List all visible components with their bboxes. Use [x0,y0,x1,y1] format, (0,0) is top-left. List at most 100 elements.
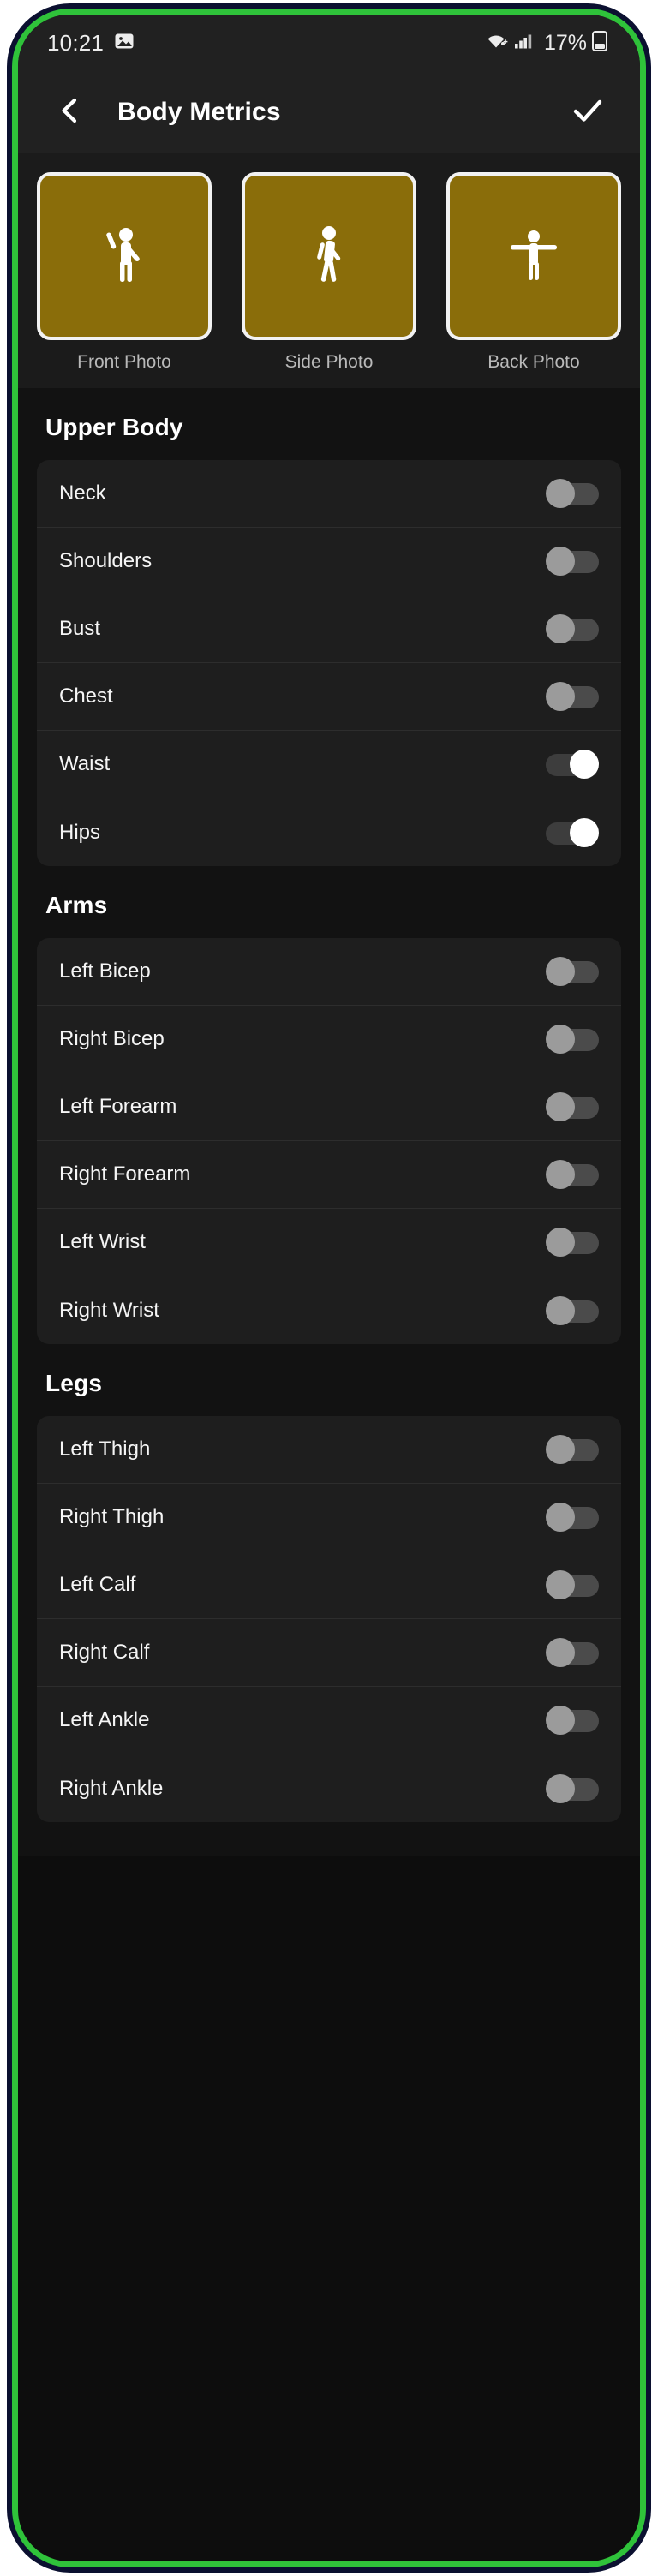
toggle-thumb [546,1435,575,1464]
metric-toggle[interactable] [546,750,599,779]
section-card-arms: Left Bicep Right Bicep Left Forearm Righ… [37,938,621,1344]
metric-row[interactable]: Bust [37,595,621,663]
battery-icon [592,30,607,57]
photo-strip: Front Photo Side Photo Back Photo [18,153,640,388]
photo-cell-front[interactable]: Front Photo [37,172,212,388]
metric-toggle[interactable] [546,1295,599,1325]
back-button[interactable] [47,89,93,135]
metric-row[interactable]: Right Forearm [37,1141,621,1209]
section-title-legs: Legs [45,1370,103,1396]
metric-toggle[interactable] [546,682,599,711]
app-bar: Body Metrics [18,71,640,153]
metric-toggle[interactable] [546,1773,599,1803]
metric-label: Waist [59,752,111,775]
toggle-thumb [546,1228,575,1257]
metric-toggle[interactable] [546,1435,599,1464]
section-title-upper-body: Upper Body [45,414,183,440]
metric-row[interactable]: Right Bicep [37,1006,621,1073]
back-photo-tile[interactable] [446,172,621,340]
metric-toggle[interactable] [546,817,599,847]
toggle-thumb [546,1295,575,1325]
metric-row[interactable]: Left Calf [37,1551,621,1619]
cellular-signal-icon [513,31,534,56]
back-chevron-icon [56,96,85,129]
page-title: Body Metrics [117,98,281,126]
section-title-arms: Arms [45,892,108,918]
metric-toggle[interactable] [546,1025,599,1054]
metric-row[interactable]: Left Bicep [37,938,621,1006]
metric-row[interactable]: Hips [37,798,621,866]
metric-toggle[interactable] [546,1160,599,1189]
metric-toggle[interactable] [546,479,599,508]
metric-label: Bust [59,617,101,640]
metric-label: Right Thigh [59,1505,164,1528]
section-card-upper-body: Neck Shoulders Bust Chest Waist Hips [37,460,621,866]
toggle-thumb [546,682,575,711]
photo-label: Front Photo [77,352,171,372]
battery-percent-label: 17% [543,30,587,55]
metric-toggle[interactable] [546,614,599,643]
metric-row[interactable]: Left Ankle [37,1687,621,1754]
metric-label: Right Calf [59,1641,150,1664]
metric-label: Left Forearm [59,1095,177,1118]
metric-row[interactable]: Shoulders [37,528,621,595]
metric-label: Right Wrist [59,1298,159,1322]
metric-row[interactable]: Left Forearm [37,1073,621,1141]
metric-label: Right Bicep [59,1027,164,1050]
metric-toggle[interactable] [546,1706,599,1735]
front-photo-tile[interactable] [37,172,212,340]
metric-label: Hips [59,820,101,844]
settings-content: Front Photo Side Photo Back Photo Upper … [18,153,640,1856]
metric-toggle[interactable] [546,1638,599,1667]
metric-row[interactable]: Right Wrist [37,1276,621,1344]
image-icon [114,31,135,56]
metric-label: Neck [59,481,106,505]
photo-label: Back Photo [488,352,580,372]
metric-label: Chest [59,684,113,708]
metric-label: Left Thigh [59,1437,151,1461]
toggle-thumb [546,1570,575,1599]
wifi-icon [484,31,508,56]
side-photo-tile[interactable] [242,172,416,340]
checkmark-icon [571,94,604,131]
photo-cell-back[interactable]: Back Photo [446,172,621,388]
photo-cell-side[interactable]: Side Photo [242,172,416,388]
metric-row[interactable]: Waist [37,731,621,798]
person-arms-out-icon [501,222,566,291]
metric-toggle[interactable] [546,1228,599,1257]
metric-row[interactable]: Left Thigh [37,1416,621,1484]
metric-row[interactable]: Right Thigh [37,1484,621,1551]
metric-label: Left Calf [59,1573,136,1596]
status-bar-right: 17% [484,30,607,57]
metric-row[interactable]: Right Calf [37,1619,621,1687]
metric-label: Left Bicep [59,959,151,983]
toggle-thumb [546,1503,575,1532]
metric-row[interactable]: Neck [37,460,621,528]
metric-label: Left Wrist [59,1230,146,1253]
metric-label: Right Forearm [59,1162,191,1186]
metric-row[interactable]: Right Ankle [37,1754,621,1822]
confirm-button[interactable] [565,89,611,135]
toggle-thumb [546,479,575,508]
toggle-thumb [570,750,599,779]
person-walking-icon [302,222,356,291]
metric-label: Right Ankle [59,1776,164,1800]
metric-toggle[interactable] [546,957,599,986]
device-screen: 10:21 17% Body Metrics Front Photo Side … [18,15,640,2561]
device-bezel: 10:21 17% Body Metrics Front Photo Side … [12,9,646,2567]
metric-toggle[interactable] [546,1092,599,1121]
metric-toggle[interactable] [546,1503,599,1532]
metric-toggle[interactable] [546,547,599,576]
toggle-thumb [546,1025,575,1054]
device-frame: 10:21 17% Body Metrics Front Photo Side … [7,3,651,2573]
photo-label: Side Photo [284,352,374,372]
metric-row[interactable]: Chest [37,663,621,731]
metric-row[interactable]: Left Wrist [37,1209,621,1276]
metric-label: Left Ankle [59,1708,150,1731]
toggle-thumb [546,1160,575,1189]
status-clock: 10:21 [47,29,105,56]
toggle-thumb [546,547,575,576]
metric-toggle[interactable] [546,1570,599,1599]
toggle-thumb [546,1706,575,1735]
toggle-thumb [546,957,575,986]
